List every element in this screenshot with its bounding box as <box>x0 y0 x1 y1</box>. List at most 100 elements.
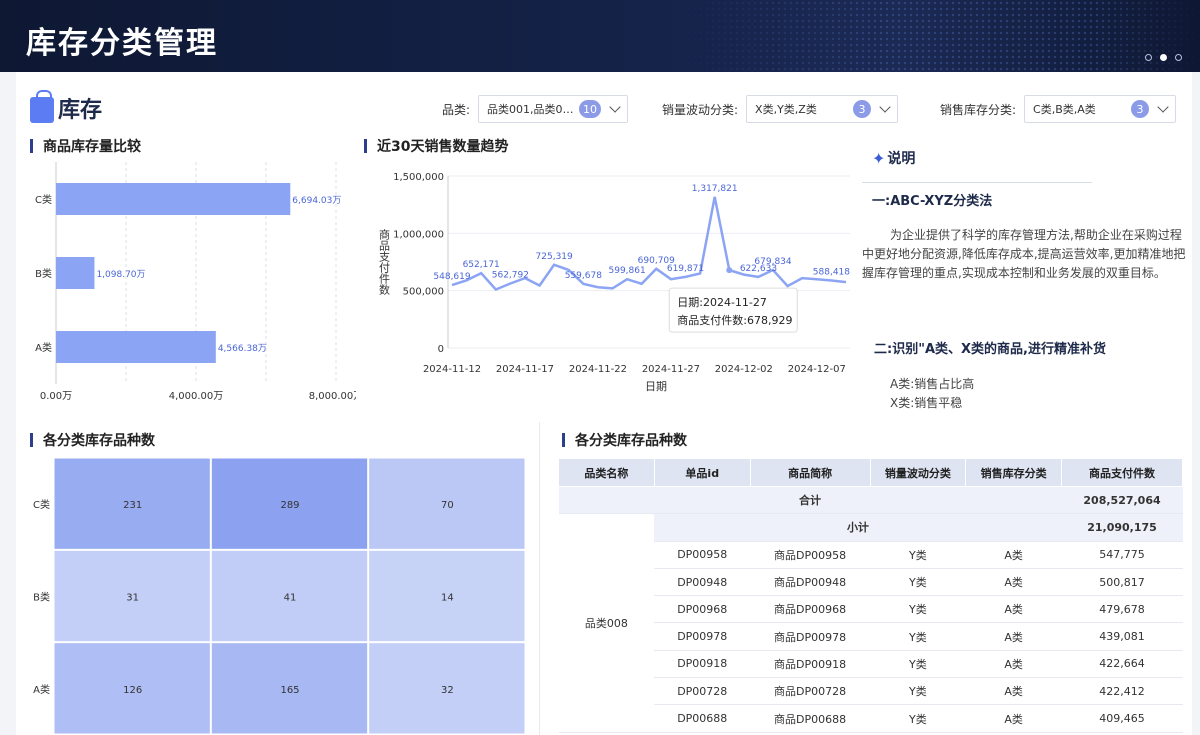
heatmap-cell-value: 41 <box>284 593 297 604</box>
note-item-x: X类:销售平稳 <box>890 396 963 410</box>
table-cell: 商品DP00948 <box>750 568 870 597</box>
section-marker <box>364 139 367 153</box>
subtotal-label: 小计 <box>654 513 1062 542</box>
col-header[interactable]: 单品id <box>653 458 751 487</box>
point-label: 562,792 <box>492 270 529 280</box>
x-axis-label: 日期 <box>645 380 667 393</box>
total-row: 合计 208,527,064 <box>558 486 1183 515</box>
x-tick-label: 8,000.00万 <box>309 391 356 402</box>
section-title-label: 各分类库存品种数 <box>575 433 687 449</box>
col-header[interactable]: 销量波动分类 <box>869 458 967 487</box>
point-label: 619,871 <box>667 264 704 274</box>
table-cell: DP00978 <box>654 622 751 651</box>
stock-class-select[interactable]: C类,B类,A类 3 <box>1024 95 1177 123</box>
y-tick-label: 500,000 <box>403 287 444 298</box>
col-header[interactable]: 商品简称 <box>749 458 871 487</box>
col-header[interactable]: 品类名称 <box>558 458 655 487</box>
table-cell: 商品DP00918 <box>750 650 870 679</box>
table-cell: A类 <box>965 650 1062 679</box>
bar <box>56 257 95 289</box>
y-tick-label: 0 <box>438 344 444 355</box>
table-cell: Y类 <box>870 541 966 569</box>
table-cell: 商品DP00728 <box>750 677 870 706</box>
category-label: A类 <box>35 341 52 354</box>
category-label: B类 <box>35 267 52 280</box>
chevron-down-icon <box>609 101 621 113</box>
bar-value-label: 6,694.03万 <box>292 196 341 206</box>
row-label: C类 <box>33 498 50 511</box>
category-label: C类 <box>35 193 52 206</box>
point-label: 588,418 <box>813 268 850 278</box>
inventory-bar-chart: 0.00万 4,000.00万 8,000.00万 C类 6,694.03万 B类 1,09… <box>35 162 356 402</box>
stock-class-count-badge: 3 <box>1131 100 1150 118</box>
table-cell: DP00948 <box>654 568 751 597</box>
section-title-label: 商品库存量比较 <box>43 139 141 155</box>
table-header-row: 品类名称 单品id 商品简称 销量波动分类 销售库存分类 商品支付件数 <box>558 458 1183 487</box>
chevron-down-icon <box>879 101 891 113</box>
panel-title: 库存 <box>30 90 102 124</box>
table-cell: Y类 <box>870 677 966 706</box>
filter-stock-class: 销售库存分类: C类,B类,A类 3 <box>940 95 1177 123</box>
total-value: 208,527,064 <box>1061 486 1183 515</box>
table-cell: A类 <box>965 541 1062 569</box>
heatmap-cell-value: 14 <box>441 593 454 604</box>
sparkle-icon: ✦ <box>872 148 886 168</box>
table-cell: 422,664 <box>1061 650 1183 679</box>
point-label: 599,861 <box>609 266 646 276</box>
tooltip-point <box>726 267 733 274</box>
tooltip-value: 商品支付件数:678,929 <box>677 313 792 327</box>
category-count-badge: 10 <box>579 100 602 118</box>
table-cell: 409,465 <box>1061 704 1183 733</box>
table-cell: 422,412 <box>1061 677 1183 706</box>
filter-category-label: 品类: <box>442 102 471 117</box>
row-label: A类 <box>33 683 50 696</box>
table-cell: Y类 <box>870 704 966 733</box>
category-select[interactable]: 品类001,品类0… 10 <box>478 95 629 123</box>
table-cell: Y类 <box>870 568 966 597</box>
bar-value-label: 4,566.38万 <box>218 344 267 354</box>
heatmap-cell-value: 165 <box>280 685 299 696</box>
total-label: 合计 <box>558 486 1062 515</box>
shopping-bag-icon <box>30 90 54 123</box>
note-panel: ✦ 说明 一:ABC-XYZ分类法 为企业提供了科学的库存管理方法,帮助企业在采… <box>862 142 1192 412</box>
header-dot-pattern <box>680 0 1200 72</box>
chevron-down-icon <box>1157 101 1169 113</box>
x-tick-label: 2024-12-07 <box>788 364 846 375</box>
page-pager[interactable] <box>1145 54 1182 61</box>
x-tick-label: 2024-11-12 <box>423 364 481 375</box>
table-cell: DP00688 <box>654 704 751 733</box>
note-heading-1: 一:ABC-XYZ分类法 <box>872 194 993 209</box>
x-tick-label: 2024-11-22 <box>569 364 627 375</box>
table-cell: 商品DP00688 <box>750 704 870 733</box>
pager-dot-1[interactable] <box>1145 54 1152 61</box>
section-title-label: 各分类库存品种数 <box>43 433 155 449</box>
table-cell: 500,817 <box>1061 568 1183 597</box>
section-marker <box>30 433 33 447</box>
table-cell: Y类 <box>870 650 966 679</box>
tooltip-date: 日期:2024-11-27 <box>677 296 767 309</box>
col-header[interactable]: 商品支付件数 <box>1061 458 1183 487</box>
heatmap-cell-value: 126 <box>123 685 142 696</box>
heatmap-cell-value: 289 <box>280 500 299 511</box>
point-label: 559,678 <box>565 271 602 281</box>
point-label: 652,171 <box>463 260 500 270</box>
section-title-inventory: 商品库存量比较 <box>30 136 141 156</box>
pager-dot-2[interactable] <box>1160 54 1167 61</box>
table-cell: 商品DP00978 <box>750 622 870 651</box>
col-header[interactable]: 销售库存分类 <box>965 458 1063 487</box>
table-cell: 547,775 <box>1061 541 1183 569</box>
page-title: 库存分类管理 <box>26 26 218 61</box>
table-cell: A类 <box>965 677 1062 706</box>
section-marker <box>562 433 565 447</box>
x-tick-label: 0.00万 <box>40 391 72 402</box>
note-item-a: A类:销售占比高 <box>890 377 975 391</box>
section-title-trend: 近30天销售数量趋势 <box>364 136 508 156</box>
y-tick-label: 1,500,000 <box>393 172 444 183</box>
heatmap-cell-value: 32 <box>441 685 454 696</box>
pager-dot-3[interactable] <box>1175 54 1182 61</box>
table-cell: DP00728 <box>654 677 751 706</box>
table-cell: 439,081 <box>1061 622 1183 651</box>
heatmap-cell-value: 231 <box>123 500 142 511</box>
bar <box>56 331 216 363</box>
volatility-select[interactable]: X类,Y类,Z类 3 <box>746 95 899 123</box>
